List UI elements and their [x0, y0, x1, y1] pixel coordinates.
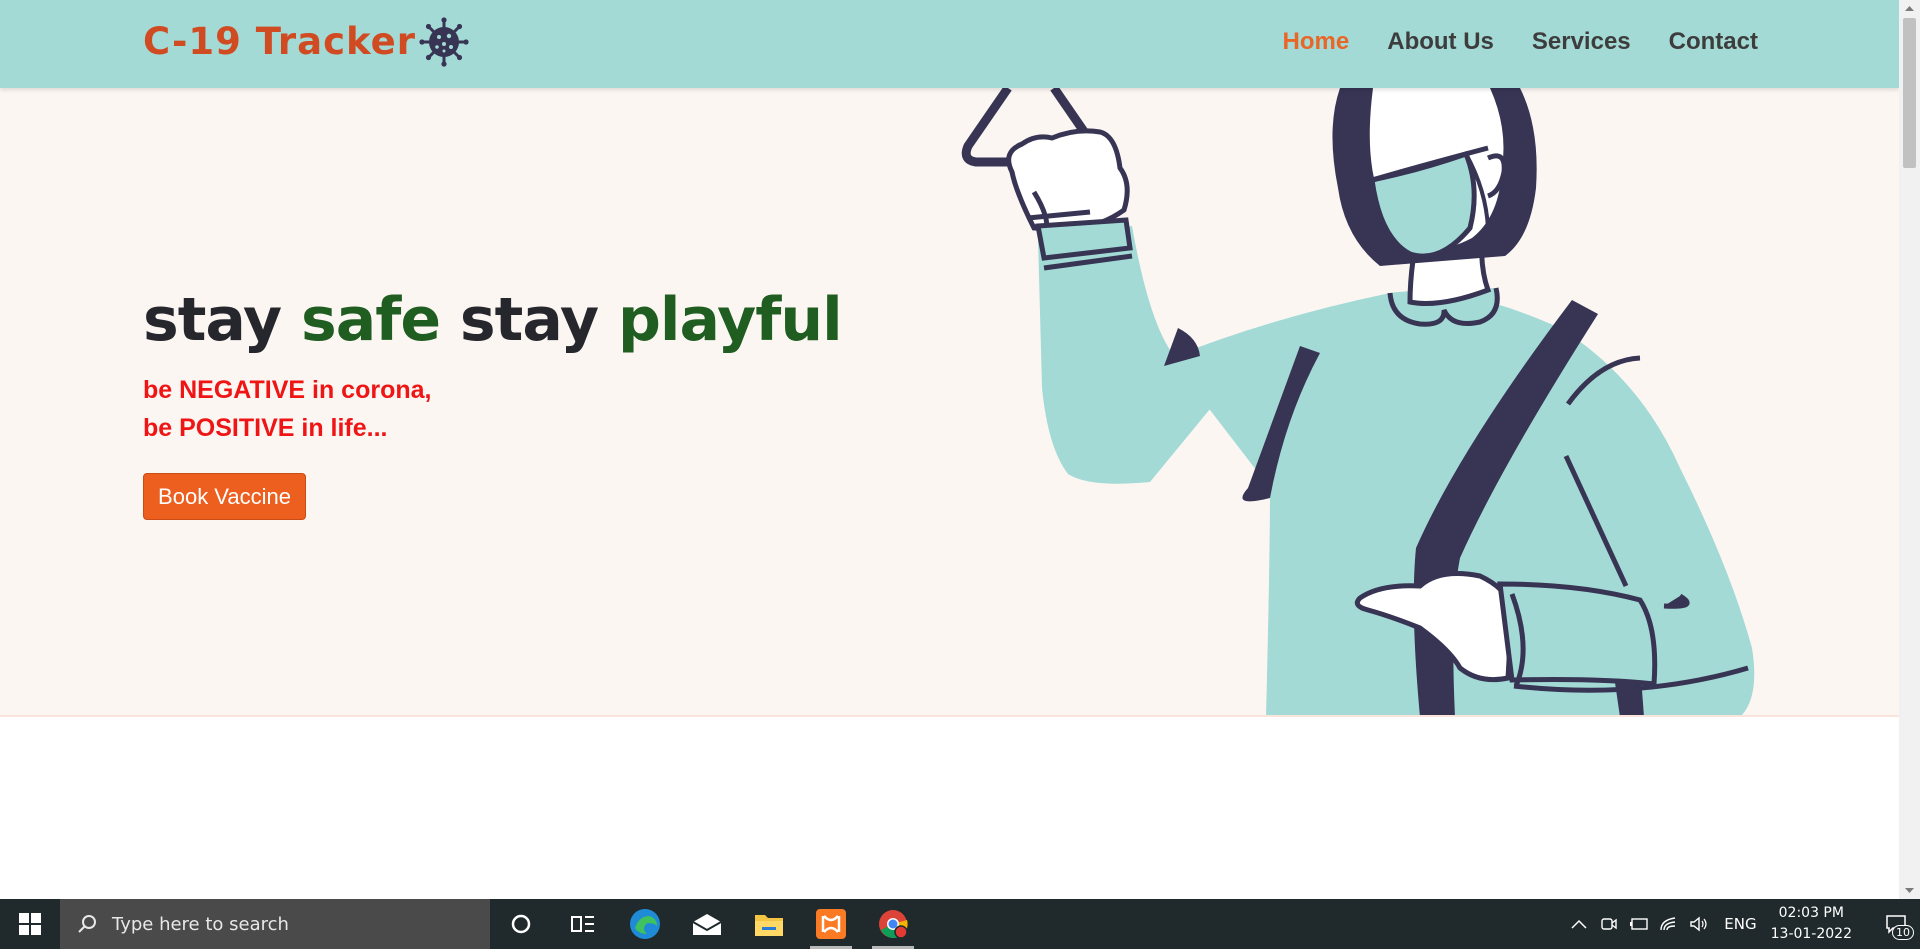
file-explorer-icon — [755, 915, 783, 936]
xampp-taskbar-button[interactable] — [800, 899, 862, 949]
edge-taskbar-button[interactable] — [614, 899, 676, 949]
xampp-icon — [816, 909, 846, 939]
chrome-taskbar-button[interactable] — [862, 899, 924, 949]
nav-about-us[interactable]: About Us — [1387, 22, 1494, 62]
tagline-line-2: be POSITIVE in life... — [143, 414, 388, 442]
wifi-icon — [1660, 917, 1676, 931]
clock-time: 02:03 PM — [1778, 905, 1844, 921]
system-tray: ENG 02:03 PM 13-01-2022 10 — [1564, 899, 1920, 949]
cortana-icon — [511, 914, 531, 934]
headline-word-playful: playful — [617, 285, 843, 355]
headline-word-safe: safe — [301, 285, 441, 355]
network-button[interactable] — [1654, 899, 1684, 949]
scroll-up-arrow-icon[interactable] — [1899, 0, 1920, 17]
search-icon — [78, 915, 96, 933]
camera-icon — [1601, 918, 1617, 930]
windows-logo-icon — [19, 913, 41, 935]
chrome-icon — [879, 910, 908, 939]
input-language[interactable]: ENG — [1724, 915, 1756, 933]
show-hidden-icons-button[interactable] — [1564, 899, 1594, 949]
windows-taskbar: Type here to search ENG 02:03 PM 13-01-2… — [0, 899, 1920, 949]
meet-now-button[interactable] — [1594, 899, 1624, 949]
notification-count-badge: 10 — [1892, 925, 1914, 940]
edge-icon — [630, 909, 660, 939]
scrollbar-thumb[interactable] — [1903, 18, 1916, 168]
scroll-down-arrow-icon[interactable] — [1899, 882, 1920, 899]
action-center-button[interactable]: 10 — [1872, 899, 1920, 949]
start-button[interactable] — [0, 899, 60, 949]
mail-icon — [692, 914, 722, 935]
logo-text: C-19 Tracker — [143, 20, 417, 63]
search-placeholder: Type here to search — [112, 913, 289, 935]
headline-word-stay-2: stay — [440, 285, 618, 355]
masked-person-illustration — [961, 88, 1755, 715]
site-logo[interactable]: C-19 Tracker — [143, 16, 470, 68]
hero-tagline: be NEGATIVE in corona, be POSITIVE in li… — [143, 371, 431, 447]
speaker-icon — [1690, 916, 1707, 932]
nav-services[interactable]: Services — [1532, 22, 1631, 62]
nav-contact[interactable]: Contact — [1669, 22, 1758, 62]
battery-icon — [1630, 918, 1648, 930]
headline-word-stay: stay — [143, 285, 302, 355]
mail-taskbar-button[interactable] — [676, 899, 738, 949]
taskbar-clock[interactable]: 02:03 PM 13-01-2022 — [1771, 903, 1852, 945]
book-vaccine-button[interactable]: Book Vaccine — [143, 473, 306, 520]
file-explorer-taskbar-button[interactable] — [738, 899, 800, 949]
volume-button[interactable] — [1684, 899, 1714, 949]
cortana-button[interactable] — [490, 899, 552, 949]
taskbar-search-box[interactable]: Type here to search — [60, 899, 490, 949]
nav-home[interactable]: Home — [1283, 22, 1350, 62]
browser-viewport: C-19 Tracker Home About Us Services Cont… — [0, 0, 1899, 899]
task-view-button[interactable] — [552, 899, 614, 949]
chevron-up-icon — [1571, 919, 1587, 929]
clock-date: 13-01-2022 — [1770, 926, 1852, 942]
virus-icon — [419, 17, 469, 67]
tagline-line-1: be NEGATIVE in corona, — [143, 376, 432, 404]
hero-section: stay safe stay playful be NEGATIVE in co… — [0, 88, 1899, 717]
task-view-icon — [571, 916, 594, 932]
vertical-scrollbar[interactable] — [1899, 0, 1920, 899]
site-header: C-19 Tracker Home About Us Services Cont… — [0, 0, 1899, 88]
main-nav: Home About Us Services Contact — [1245, 22, 1758, 62]
hero-headline: stay safe stay playful — [143, 283, 843, 357]
battery-button[interactable] — [1624, 899, 1654, 949]
